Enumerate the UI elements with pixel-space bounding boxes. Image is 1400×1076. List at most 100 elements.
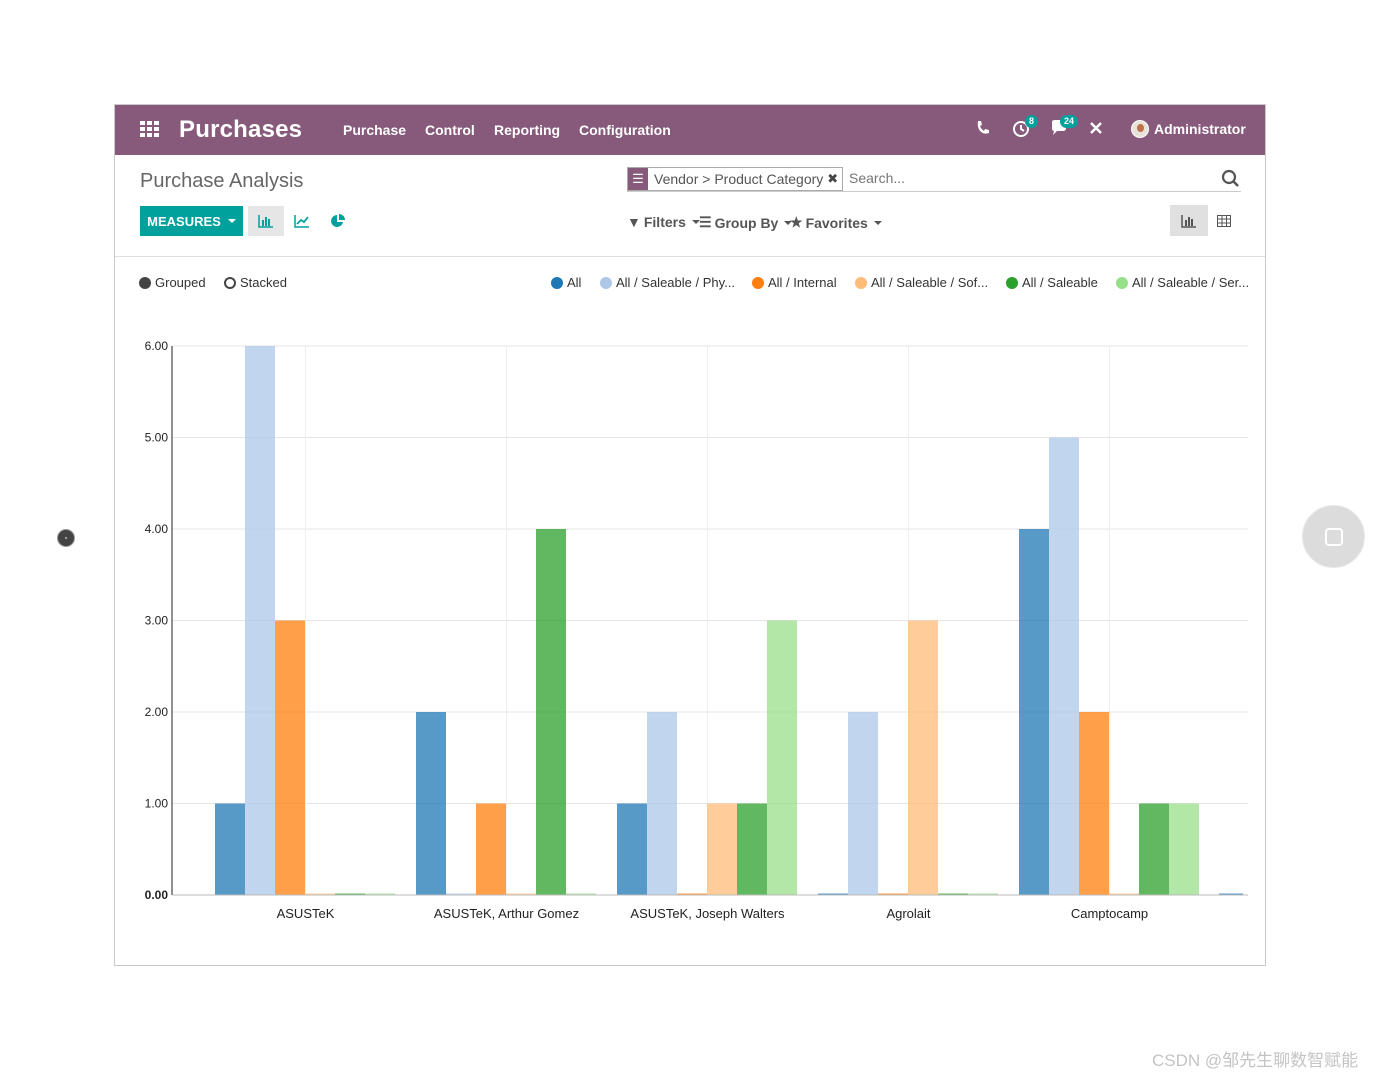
filters-dropdown[interactable]: ▼ Filters	[627, 214, 700, 230]
x-tick-label: ASUSTeK, Arthur Gomez	[434, 906, 579, 921]
y-tick-label: 3.00	[145, 614, 169, 628]
legend-label: All / Saleable / Ser...	[1132, 275, 1250, 290]
bar-3-1	[848, 712, 878, 895]
messages-badge: 24	[1059, 115, 1078, 128]
bar-chart-mode-button[interactable]	[248, 206, 284, 236]
bar-2-3	[707, 803, 737, 895]
bar-1-4	[536, 529, 566, 895]
legend-item-saleable-physical[interactable]: All / Saleable / Phy...	[600, 275, 735, 290]
star-icon: ★	[790, 214, 803, 230]
bar-4-4	[1139, 803, 1169, 895]
app-switcher-icon[interactable]	[140, 121, 160, 137]
x-tick-label: ASUSTeK	[277, 906, 335, 921]
bar-1-2	[476, 803, 506, 895]
list-icon: ☰	[699, 214, 712, 230]
messages-icon[interactable]: 24	[1050, 115, 1078, 141]
bar-2-1	[647, 712, 677, 895]
remove-facet-icon[interactable]: ✖	[827, 171, 842, 187]
stacked-radio	[224, 276, 236, 289]
legend-label: All / Saleable	[1022, 275, 1098, 290]
graph-view-button[interactable]	[1170, 205, 1208, 236]
debug-tools-icon[interactable]	[1088, 119, 1104, 141]
line-chart-icon	[294, 215, 309, 228]
legend-label: All / Saleable / Phy...	[616, 275, 735, 290]
app-title: Purchases	[179, 116, 303, 143]
bar-1-0	[416, 712, 446, 895]
grouped-option[interactable]: Grouped	[139, 275, 206, 290]
phone-icon[interactable]	[975, 119, 991, 141]
pie-chart-mode-button[interactable]	[320, 206, 356, 236]
legend-label: All	[567, 275, 582, 290]
bar-4-0	[1019, 529, 1049, 895]
watermark: CSDN @邹先生聊数智赋能	[1152, 1051, 1359, 1070]
bar-chart: 0.00 1.00 2.00 3.00 4.00 5.00 6.00 ASUSTeK ASUST…	[145, 339, 1248, 921]
floating-assistant-button[interactable]	[1302, 505, 1365, 568]
legend-item-saleable-software[interactable]: All / Saleable / Sof...	[855, 275, 988, 290]
group-by-icon: ☰	[628, 168, 648, 190]
bar-0-0	[215, 803, 245, 895]
y-tick-label: 5.00	[145, 431, 169, 445]
bar-2-4	[737, 803, 767, 895]
bar-chart-icon	[1181, 214, 1196, 228]
menu-configuration[interactable]: Configuration	[579, 122, 671, 138]
search-icon[interactable]	[1221, 169, 1241, 189]
favorites-dropdown[interactable]: ★ Favorites	[790, 214, 882, 231]
legend-item-saleable[interactable]: All / Saleable	[1006, 275, 1098, 290]
pivot-view-button[interactable]	[1205, 205, 1243, 236]
odoo-app-window: Purchases Purchase Control Reporting Con…	[114, 104, 1266, 966]
legend-item-saleable-service[interactable]: All / Saleable / Ser...	[1116, 275, 1249, 290]
menu-purchase[interactable]: Purchase	[343, 122, 406, 138]
menu-control[interactable]: Control	[425, 122, 475, 138]
groupby-label: Group By	[714, 214, 779, 231]
search-input[interactable]	[847, 169, 1211, 187]
avatar	[1131, 120, 1149, 138]
favorites-label: Favorites	[805, 214, 868, 231]
bar-4-1	[1049, 437, 1079, 895]
y-tick-label: 4.00	[145, 522, 169, 536]
x-tick-label: Agrolait	[886, 906, 930, 921]
y-tick-label: 0.00	[145, 888, 169, 902]
legend-swatch	[752, 276, 764, 289]
bar-3-3	[908, 620, 938, 895]
filter-icon: ▼	[627, 214, 641, 230]
legend-swatch	[1116, 276, 1128, 289]
measures-label: MEASURES	[147, 213, 221, 229]
y-tick-label: 2.00	[145, 705, 169, 719]
x-tick-label: ASUSTeK, Joseph Walters	[630, 906, 785, 921]
legend-swatch	[551, 276, 563, 289]
stacked-label: Stacked	[240, 275, 287, 290]
bar-4-5	[1169, 803, 1199, 895]
activity-badge: 8	[1024, 115, 1038, 128]
legend-swatch	[600, 276, 612, 289]
stacked-option[interactable]: Stacked	[224, 275, 287, 290]
activity-icon[interactable]: 8	[1012, 115, 1038, 141]
user-menu[interactable]: Administrator	[1131, 120, 1246, 138]
y-tick-label: 6.00	[145, 339, 169, 353]
menu-reporting[interactable]: Reporting	[494, 122, 560, 138]
search-facet: ☰ Vendor > Product Category ✖	[627, 167, 844, 191]
table-icon	[1217, 214, 1231, 227]
legend-swatch	[855, 276, 867, 289]
y-tick-label: 1.00	[145, 797, 169, 811]
legend-label: All / Saleable / Sof...	[871, 275, 989, 290]
user-name: Administrator	[1154, 121, 1246, 137]
top-navbar: Purchases Purchase Control Reporting Con…	[115, 105, 1265, 155]
legend-item-internal[interactable]: All / Internal	[752, 275, 837, 290]
bar-chart-icon	[258, 215, 273, 228]
grouped-radio	[139, 276, 151, 289]
legend-item-all[interactable]: All	[551, 275, 581, 290]
bar-4-2	[1079, 712, 1109, 895]
line-chart-mode-button[interactable]	[284, 206, 320, 236]
legend-swatch	[1006, 276, 1018, 289]
measures-button[interactable]: MEASURES	[140, 206, 243, 236]
bar-2-0	[617, 803, 647, 895]
floating-dot	[57, 529, 75, 547]
square-icon	[1324, 527, 1343, 546]
bar-2-5	[767, 620, 797, 895]
groupby-dropdown[interactable]: ☰ Group By	[699, 214, 793, 231]
grouped-label: Grouped	[155, 275, 206, 290]
bar-0-2	[275, 620, 305, 895]
bar-0-1	[245, 346, 275, 895]
search-bar: ☰ Vendor > Product Category ✖	[627, 167, 1241, 192]
breadcrumb: Purchase Analysis	[140, 170, 304, 192]
